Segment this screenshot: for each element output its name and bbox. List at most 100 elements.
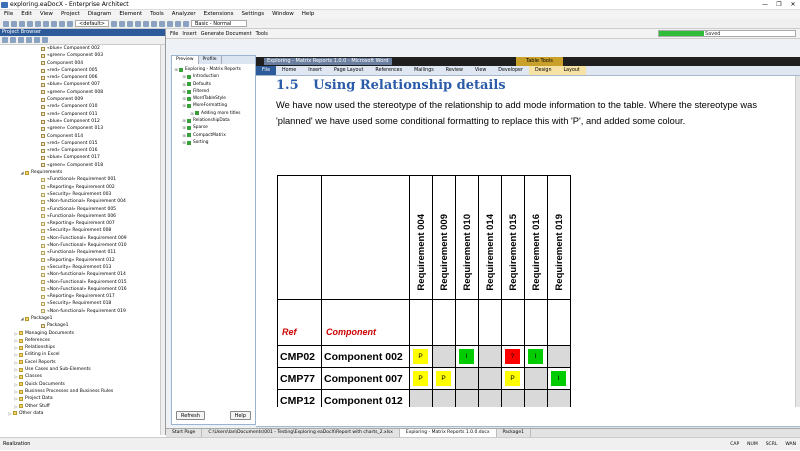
tree-item-folder[interactable]: ▷ Editing in Excel <box>0 351 165 358</box>
expand-toggle-icon[interactable]: ⊞ <box>182 95 186 102</box>
tree-item-requirement[interactable]: «Security» Requirement 008 <box>0 227 165 234</box>
matrix-cell[interactable] <box>432 389 456 407</box>
fill-icon[interactable] <box>166 20 173 27</box>
tree-item-component[interactable]: «blue» Component 007 <box>0 81 165 88</box>
help-button[interactable]: Help <box>229 411 251 420</box>
color-icon[interactable] <box>142 20 149 27</box>
ribbon-tab-mailings[interactable]: Mailings <box>408 66 440 75</box>
arrange-icon[interactable] <box>182 20 189 27</box>
menu-view[interactable]: View <box>36 10 57 19</box>
new-icon[interactable] <box>3 20 9 27</box>
outline-item[interactable]: ⊞ Defaults <box>174 81 255 88</box>
maximize-button[interactable]: ❐ <box>772 0 786 10</box>
tree-item-component[interactable]: Component 014 <box>0 133 165 140</box>
ribbon-tab-review[interactable]: Review <box>440 66 469 75</box>
zoom-icon[interactable] <box>126 20 133 27</box>
tree-item-requirement[interactable]: «Reporting» Requirement 007 <box>0 220 165 227</box>
tree-item-component[interactable]: «red» Component 010 <box>0 103 165 110</box>
expand-toggle-icon[interactable]: ▷ <box>14 344 18 351</box>
matrix-cell[interactable]: P <box>409 345 433 368</box>
tree-item-requirement[interactable]: «Non-Functional» Requirement 015 <box>0 279 165 286</box>
copy-icon[interactable] <box>35 20 41 27</box>
matrix-cell[interactable] <box>501 389 525 407</box>
matrix-cell[interactable]: P <box>432 367 456 390</box>
tab-document[interactable]: C:\Users\Ian\Documents\001 - Testing\Exp… <box>202 429 400 437</box>
tree-item-folder[interactable]: ▷ Business Processes and Business Rules <box>0 388 165 395</box>
tree-item-requirement[interactable]: «Security» Requirement 018 <box>0 300 165 307</box>
move-down-icon[interactable] <box>34 37 40 43</box>
expand-toggle-icon[interactable]: ▷ <box>14 373 18 380</box>
tab-preview[interactable]: Preview <box>172 56 199 64</box>
tree-item-folder[interactable]: ▷ Relationships <box>0 344 165 351</box>
font-icon[interactable] <box>134 20 141 27</box>
matrix-cell[interactable] <box>409 389 433 407</box>
align-icon[interactable] <box>158 20 165 27</box>
matrix-cell[interactable]: ? <box>501 345 525 368</box>
outline-item[interactable]: ⊞ Sparse <box>174 124 255 131</box>
menu-project[interactable]: Project <box>57 10 84 19</box>
matrix-cell[interactable] <box>455 367 479 390</box>
undo-icon[interactable] <box>51 20 57 27</box>
tree-item-component[interactable]: «red» Component 011 <box>0 111 165 118</box>
tree-item-folder[interactable]: ▷ Classes <box>0 373 165 380</box>
outline-item[interactable]: ⊞ MoreFormatting <box>174 102 255 109</box>
tree-item-component[interactable]: «blue» Component 017 <box>0 154 165 161</box>
tree-item-component[interactable]: «red» Component 005 <box>0 67 165 74</box>
paste-icon[interactable] <box>43 20 49 27</box>
word-scrollbar[interactable] <box>795 76 800 407</box>
tree-item-requirements-folder[interactable]: ◢ Requirements <box>0 169 165 176</box>
open-icon[interactable] <box>11 20 17 27</box>
tree-item-folder[interactable]: ▷ Quick Documents <box>0 381 165 388</box>
tree-item-package-child[interactable]: Package1 <box>0 322 165 329</box>
tree-item-component[interactable]: «blue» Component 012 <box>0 118 165 125</box>
new-element-icon[interactable] <box>18 37 24 43</box>
matrix-cell[interactable] <box>478 367 502 390</box>
expand-toggle-icon[interactable]: ▷ <box>14 351 18 358</box>
tree-item-requirement[interactable]: «Functional» Requirement 001 <box>0 176 165 183</box>
tab-document[interactable]: Package1 <box>497 429 532 437</box>
menu-diagram[interactable]: Diagram <box>84 10 116 19</box>
expand-toggle-icon[interactable]: ⊞ <box>174 66 178 73</box>
tree-item-requirement[interactable]: «Functional» Requirement 011 <box>0 249 165 256</box>
project-browser-scrollbar[interactable] <box>160 45 165 435</box>
redo-icon[interactable] <box>59 20 65 27</box>
tree-item-requirement[interactable]: «Security» Requirement 013 <box>0 264 165 271</box>
matrix-cell[interactable]: P <box>501 367 525 390</box>
expand-toggle-icon[interactable]: ⊞ <box>182 139 186 146</box>
tree-item-requirement[interactable]: «Functional» Requirement 005 <box>0 206 165 213</box>
ribbon-tab-home[interactable]: Home <box>276 66 302 75</box>
tab-document[interactable]: Exploring - Matrix Reports 1.0.0.docx <box>399 429 497 437</box>
menu-help[interactable]: Help <box>298 10 319 19</box>
tree-item-requirement[interactable]: «Non-Functional» Requirement 010 <box>0 242 165 249</box>
refresh-button[interactable]: Refresh <box>176 411 205 420</box>
outline-item[interactable]: ⊞ WordTableStyle <box>174 95 255 102</box>
expand-toggle-icon[interactable]: ▷ <box>14 337 18 344</box>
perspective-select[interactable]: <default> <box>75 20 109 27</box>
matrix-cell[interactable] <box>478 389 502 407</box>
outline-item[interactable]: ⊞ Adding more titles <box>174 110 255 117</box>
ribbon-tab-file[interactable]: File <box>256 66 277 75</box>
matrix-cell[interactable] <box>432 345 456 368</box>
matrix-cell[interactable]: I <box>547 367 571 390</box>
move-up-icon[interactable] <box>26 37 32 43</box>
tree-item-component[interactable]: «red» Component 015 <box>0 140 165 147</box>
ribbon-tab-insert[interactable]: Insert <box>302 66 328 75</box>
ribbon-tab-view[interactable]: View <box>469 66 492 75</box>
tree-item-component[interactable]: «green» Component 003 <box>0 52 165 59</box>
expand-toggle-icon[interactable]: ▷ <box>8 410 12 417</box>
matrix-cell[interactable]: I <box>455 345 479 368</box>
expand-toggle-icon[interactable]: ◢ <box>20 169 24 176</box>
expand-toggle-icon[interactable]: ◢ <box>20 315 24 322</box>
tab-profile[interactable]: Profile <box>199 56 222 64</box>
tab-document[interactable]: Start Page <box>166 429 203 437</box>
ribbon-tab-references[interactable]: References <box>369 66 408 75</box>
expand-toggle-icon[interactable]: ▷ <box>14 395 18 402</box>
tree-item-requirement[interactable]: «Reporting» Requirement 002 <box>0 184 165 191</box>
close-button[interactable]: ✕ <box>786 0 800 10</box>
expand-toggle-icon[interactable]: ▷ <box>14 388 18 395</box>
expand-toggle-icon[interactable]: ⊞ <box>182 73 186 80</box>
expand-toggle-icon[interactable]: ⊞ <box>190 110 194 117</box>
matrix-cell[interactable]: P <box>409 367 433 390</box>
menu-analyzer[interactable]: Analyzer <box>168 10 200 19</box>
menu-element[interactable]: Element <box>115 10 146 19</box>
